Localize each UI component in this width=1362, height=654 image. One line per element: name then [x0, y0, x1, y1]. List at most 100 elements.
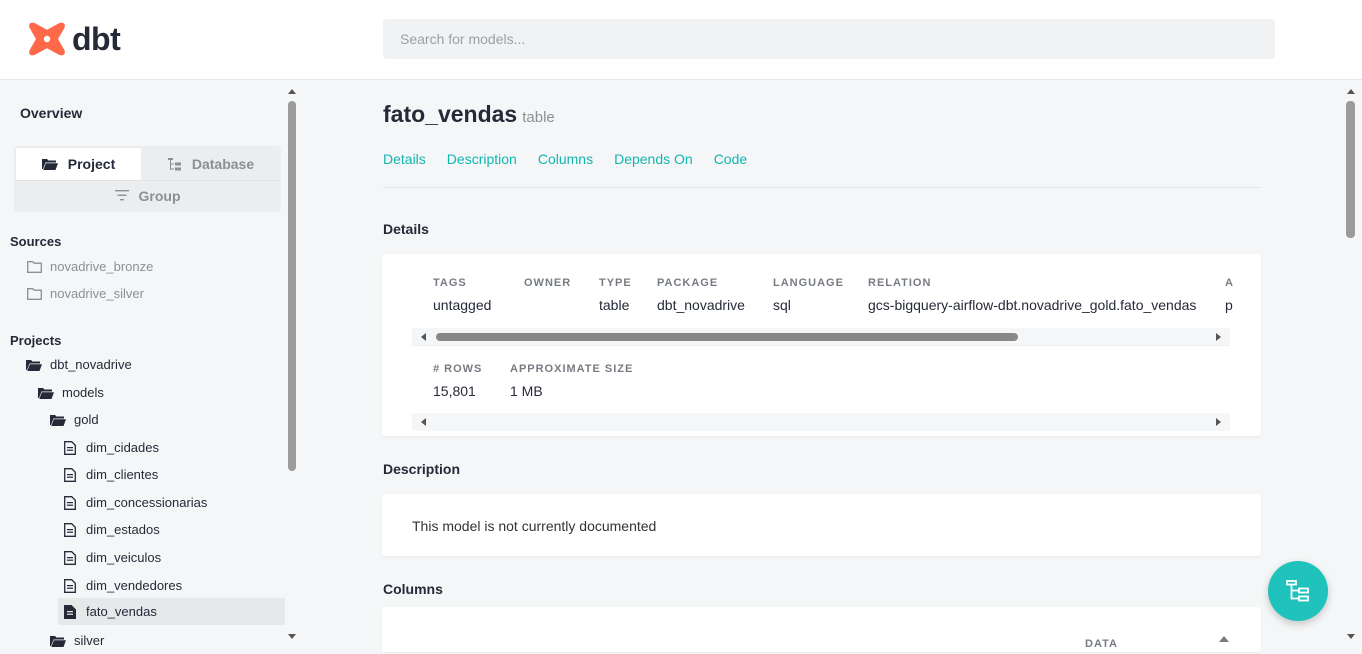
project-folder[interactable]: dbt_novadrive: [26, 351, 132, 378]
folder-open-icon: [38, 387, 54, 399]
truncated-header: A: [1225, 277, 1234, 289]
file-outline-icon: [62, 495, 78, 510]
silver-folder[interactable]: silver: [50, 627, 104, 654]
dbt-logo[interactable]: dbt: [28, 20, 121, 58]
file-outline-icon: [62, 550, 78, 565]
model-item[interactable]: dim_estados: [62, 516, 160, 543]
source-item[interactable]: novadrive_bronze: [26, 253, 153, 280]
tags-header: Tags: [433, 277, 467, 289]
tags-value: untagged: [433, 297, 492, 313]
model-item[interactable]: dim_vendedores: [62, 572, 182, 599]
source-label: novadrive_silver: [50, 286, 144, 301]
size-header: Approximate Size: [510, 363, 634, 375]
file-outline-icon: [62, 578, 78, 593]
folder-open-icon: [26, 359, 42, 371]
lineage-graph-button[interactable]: [1268, 561, 1328, 621]
model-name: fato_vendas: [383, 101, 518, 127]
model-label: dim_estados: [86, 522, 160, 537]
package-value: dbt_novadrive: [657, 297, 745, 313]
scroll-right-arrow[interactable]: [1216, 418, 1221, 426]
project-tab-label: Project: [67, 156, 116, 172]
sidebar-scroll-down[interactable]: [288, 634, 296, 639]
sources-heading: Sources: [10, 234, 62, 249]
details-hscrollbar[interactable]: [412, 328, 1230, 346]
folder-open-icon: [41, 158, 58, 170]
project-folder-label: dbt_novadrive: [50, 357, 132, 372]
model-item[interactable]: dim_concessionarias: [62, 489, 207, 516]
model-label: dim_concessionarias: [86, 495, 208, 510]
rows-header: # Rows: [433, 363, 483, 375]
folder-open-icon: [50, 414, 66, 426]
filter-lines-icon: [114, 190, 129, 201]
file-outline-icon: [62, 522, 78, 537]
relation-header: Relation: [868, 277, 932, 289]
model-item[interactable]: dim_veiculos: [62, 544, 161, 571]
model-kind: table: [522, 109, 555, 126]
file-outline-icon: [62, 440, 78, 455]
silver-folder-label: silver: [74, 633, 105, 648]
gold-folder-label: gold: [74, 412, 99, 427]
search-input[interactable]: [383, 19, 1275, 59]
group-tab-label: Group: [138, 187, 181, 204]
model-label: dim_clientes: [86, 467, 159, 482]
sidebar-scroll-up[interactable]: [288, 89, 296, 94]
package-header: Package: [657, 277, 719, 289]
main-scroll-down[interactable]: [1347, 634, 1355, 639]
scroll-right-arrow[interactable]: [1216, 333, 1221, 341]
database-tab[interactable]: Database: [143, 148, 279, 180]
overview-link[interactable]: Overview: [20, 105, 82, 121]
model-label: dim_vendedores: [86, 578, 183, 593]
sort-up-icon[interactable]: [1219, 636, 1229, 642]
tab-description[interactable]: Description: [447, 151, 517, 167]
dbt-logo-icon: [29, 22, 65, 56]
view-toggle: Project Database Group: [14, 146, 281, 212]
scroll-left-arrow[interactable]: [421, 418, 426, 426]
section-tabs: Details Description Columns Depends On C…: [383, 151, 768, 167]
scroll-left-arrow[interactable]: [421, 333, 426, 341]
stats-hscrollbar[interactable]: [412, 413, 1230, 431]
sidebar-scrollbar-thumb[interactable]: [288, 101, 296, 471]
main-scrollbar-thumb[interactable]: [1346, 101, 1355, 238]
top-bar: dbt: [0, 0, 1362, 80]
gold-folder[interactable]: gold: [50, 406, 99, 433]
tab-code[interactable]: Code: [714, 151, 747, 167]
models-folder[interactable]: models: [38, 379, 104, 406]
file-outline-icon: [62, 467, 78, 482]
relation-value: gcs-bigquery-airflow-dbt.novadrive_gold.…: [868, 297, 1197, 313]
tab-details[interactable]: Details: [383, 151, 426, 167]
details-card: Tags Owner Type Package Language Relatio…: [382, 254, 1261, 436]
language-value: sql: [773, 297, 791, 313]
columns-data-header: DATA: [1085, 638, 1118, 650]
folder-outline-icon: [26, 260, 42, 273]
group-tab[interactable]: Group: [16, 180, 279, 210]
truncated-value: p: [1225, 297, 1233, 313]
details-divider: [412, 345, 1230, 346]
source-item[interactable]: novadrive_silver: [26, 280, 144, 307]
lineage-icon: [1286, 580, 1309, 602]
owner-header: Owner: [524, 277, 572, 289]
description-heading: Description: [383, 461, 461, 477]
model-label: dim_veiculos: [86, 550, 162, 565]
folder-open-icon: [50, 635, 66, 647]
tab-depends-on[interactable]: Depends On: [614, 151, 693, 167]
language-header: Language: [773, 277, 844, 289]
models-folder-label: models: [62, 385, 104, 400]
folder-outline-icon: [26, 287, 42, 300]
size-value: 1 MB: [510, 383, 543, 399]
project-tab[interactable]: Project: [16, 148, 141, 180]
columns-heading: Columns: [383, 581, 443, 597]
rows-value: 15,801: [433, 383, 476, 399]
model-item-selected[interactable]: fato_vendas: [58, 598, 285, 625]
details-hscroll-thumb[interactable]: [436, 333, 1018, 341]
model-item[interactable]: dim_cidades: [62, 434, 159, 461]
type-value: table: [599, 297, 630, 313]
description-card: This model is not currently documented: [382, 494, 1261, 556]
logo-text: dbt: [72, 21, 121, 57]
main-scroll-up[interactable]: [1347, 89, 1355, 94]
model-label: fato_vendas: [86, 604, 157, 619]
type-header: Type: [599, 277, 632, 289]
tab-columns[interactable]: Columns: [538, 151, 593, 167]
model-label: dim_cidades: [86, 440, 159, 455]
model-item[interactable]: dim_clientes: [62, 461, 158, 488]
page-title: fato_vendas table: [383, 101, 555, 128]
